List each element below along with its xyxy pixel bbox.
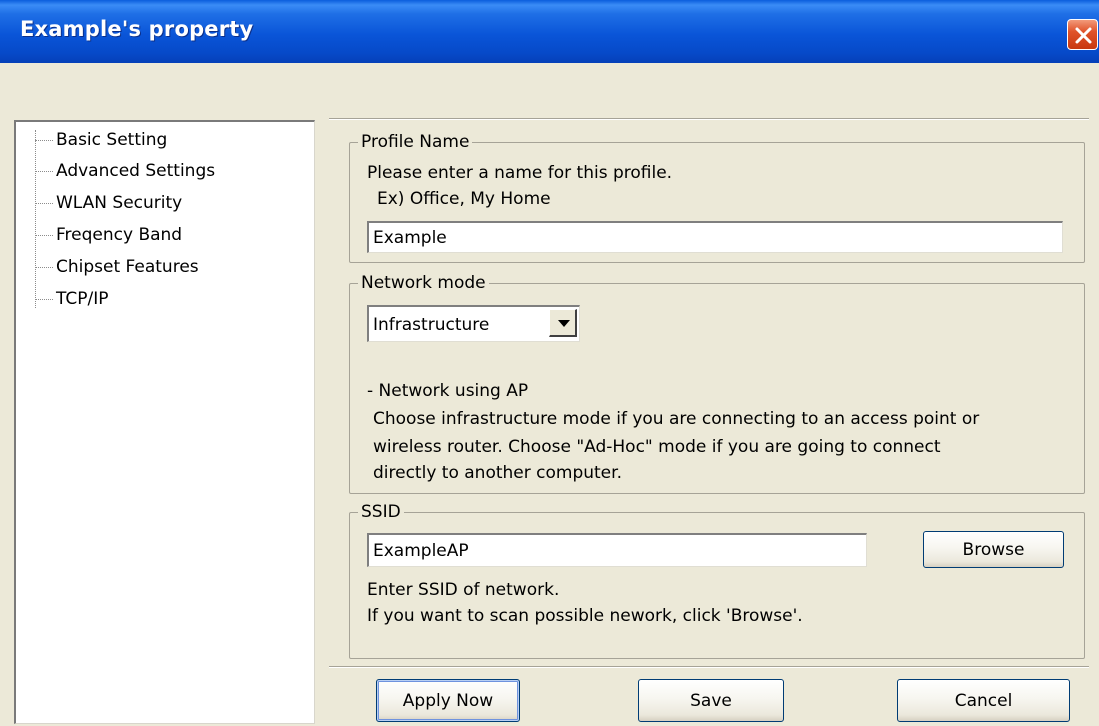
- network-mode-legend: Network mode: [358, 271, 489, 295]
- tree-item-label: TCP/IP: [56, 289, 109, 309]
- tree-branch: [35, 298, 53, 300]
- tree-item-chipset-features[interactable]: Chipset Features: [35, 255, 199, 279]
- window-title: Example's property: [20, 17, 254, 41]
- network-mode-value: Infrastructure: [373, 315, 490, 335]
- settings-tree: Basic Setting Advanced Settings WLAN Sec…: [14, 120, 315, 724]
- network-desc-line-2: wireless router. Choose "Ad-Hoc" mode if…: [373, 437, 941, 457]
- close-button[interactable]: [1067, 19, 1098, 50]
- tree-branch: [35, 139, 53, 141]
- network-desc-title: - Network using AP: [367, 381, 529, 401]
- tree-branch: [35, 170, 53, 172]
- tree-item-wlan-security[interactable]: WLAN Security: [35, 191, 182, 215]
- apply-now-button[interactable]: Apply Now: [376, 679, 520, 722]
- profile-name-field[interactable]: [367, 221, 1063, 253]
- ssid-field[interactable]: [367, 533, 867, 567]
- network-desc-line-3: directly to another computer.: [373, 463, 622, 483]
- property-dialog: Example's property Basic Setting Advance…: [0, 0, 1099, 726]
- ssid-help-line-2: If you want to scan possible nework, cli…: [367, 606, 803, 626]
- tree-branch: [35, 266, 53, 268]
- title-bar[interactable]: Example's property: [0, 0, 1099, 63]
- network-mode-dropdown[interactable]: Infrastructure: [367, 305, 580, 342]
- profile-name-input[interactable]: [369, 223, 1062, 252]
- chevron-down-icon: [558, 320, 570, 327]
- tree-branch: [35, 202, 53, 204]
- browse-button[interactable]: Browse: [923, 531, 1064, 568]
- network-desc-line-1: Choose infrastructure mode if you are co…: [373, 409, 980, 429]
- tree-item-advanced-settings[interactable]: Advanced Settings: [35, 159, 215, 183]
- ssid-input[interactable]: [369, 535, 866, 566]
- profile-instruction: Please enter a name for this profile.: [367, 163, 673, 183]
- tree-item-basic-setting[interactable]: Basic Setting: [35, 128, 167, 152]
- bottom-separator: [329, 666, 1089, 668]
- tree-item-frequency-band[interactable]: Freqency Band: [35, 223, 182, 247]
- tree-guide-line: [35, 130, 36, 308]
- dropdown-button[interactable]: [549, 309, 577, 337]
- tree-branch: [35, 234, 53, 236]
- tree-item-label: WLAN Security: [56, 193, 183, 213]
- save-button[interactable]: Save: [638, 679, 784, 722]
- tree-item-label: Freqency Band: [56, 225, 183, 245]
- tree-item-label: Basic Setting: [56, 130, 168, 150]
- profile-example: Ex) Office, My Home: [377, 189, 551, 209]
- tree-item-label: Chipset Features: [56, 257, 199, 277]
- ssid-help-line-1: Enter SSID of network.: [367, 580, 560, 600]
- cancel-button[interactable]: Cancel: [897, 679, 1070, 722]
- tree-item-label: Advanced Settings: [56, 161, 216, 181]
- ssid-legend: SSID: [358, 500, 404, 524]
- close-icon: [1075, 27, 1092, 44]
- tree-item-tcp-ip[interactable]: TCP/IP: [35, 287, 109, 311]
- top-separator: [329, 118, 1089, 120]
- profile-name-legend: Profile Name: [358, 130, 473, 154]
